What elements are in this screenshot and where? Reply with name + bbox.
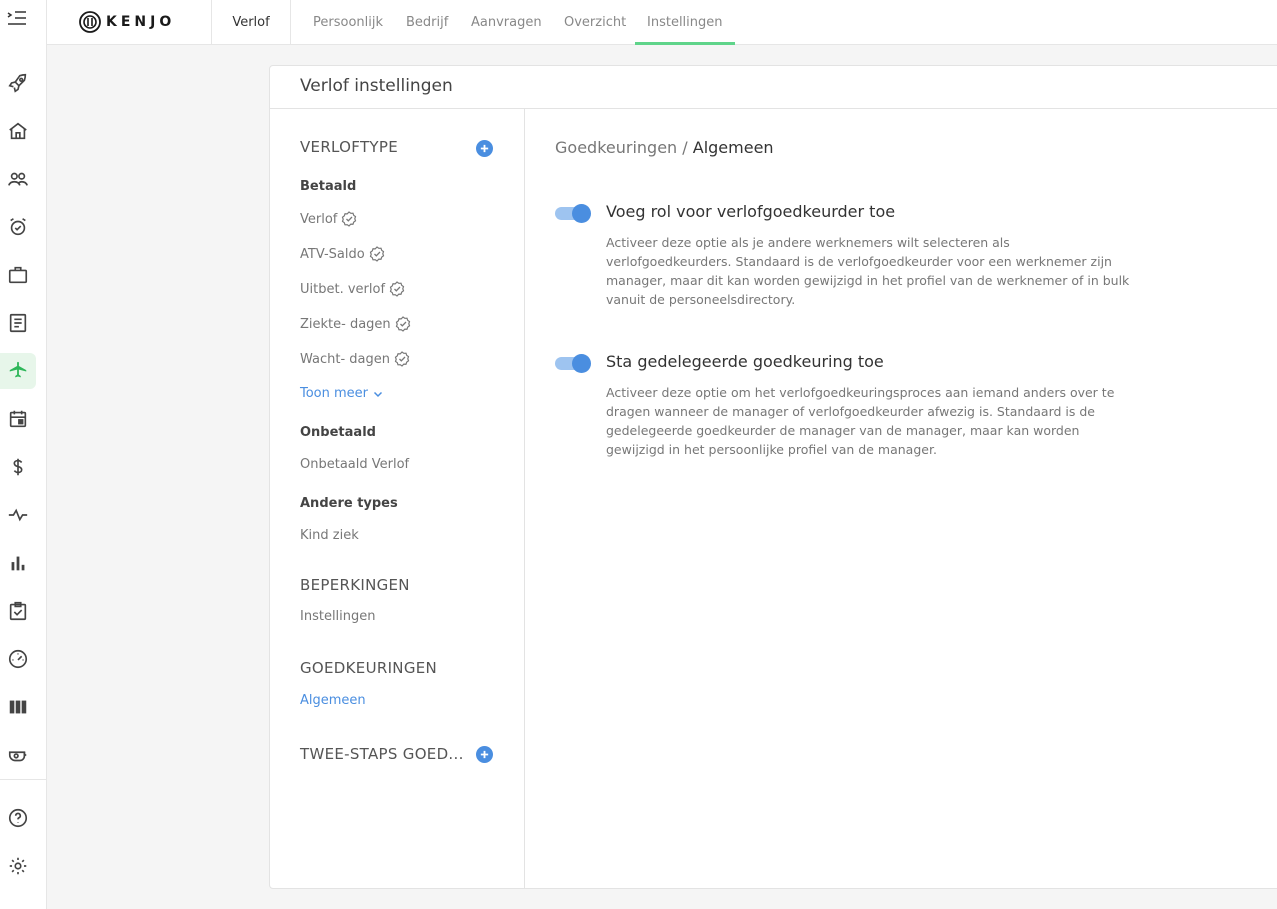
home-icon[interactable] (0, 113, 36, 149)
rail-divider (0, 779, 47, 780)
whistle-icon[interactable] (0, 737, 36, 773)
tab-persoonlijk[interactable]: Persoonlijk (301, 0, 395, 45)
plus-icon (480, 750, 489, 759)
section-title[interactable]: Verlof (211, 0, 291, 45)
tab-aanvragen[interactable]: Aanvragen (459, 0, 554, 45)
setting-title: Voeg rol voor verlofgoedkeurder toe (606, 202, 896, 221)
page-title: Verlof instellingen (300, 76, 453, 96)
nav-item-label: Verlof (300, 211, 338, 227)
top-bar: KENJO Verlof Persoonlijk Bedrijf Aanvrag… (47, 0, 1277, 45)
add-verloftype-button[interactable] (476, 140, 493, 157)
help-icon[interactable] (0, 800, 36, 836)
columns-icon[interactable] (0, 689, 36, 725)
airplane-icon[interactable] (0, 353, 36, 389)
nav-item-label: Wacht- dagen (300, 351, 391, 367)
breadcrumb-current: Algemeen (692, 138, 774, 157)
verified-badge-icon (394, 351, 410, 367)
calendar-icon[interactable] (0, 401, 36, 437)
document-icon[interactable] (0, 305, 36, 341)
setting-description: Activeer deze optie om het verlofgoedkeu… (606, 385, 1115, 457)
breadcrumb-separator: / (682, 138, 688, 157)
show-more-link[interactable]: Toon meer (300, 386, 384, 401)
approver-role-toggle[interactable] (555, 204, 591, 223)
menu-toggle-icon[interactable] (6, 7, 28, 29)
settings-gear-icon[interactable] (0, 848, 36, 884)
kenjo-logo-icon (79, 11, 101, 33)
nav-item-uitbet-verlof[interactable]: Uitbet. verlof (300, 281, 405, 297)
briefcase-icon[interactable] (0, 257, 36, 293)
add-twee-staps-button[interactable] (476, 746, 493, 763)
nav-item-atv-saldo[interactable]: ATV-Saldo (300, 246, 385, 262)
heading-verloftype: VERLOFTYPE (300, 138, 399, 156)
nav-item-algemeen[interactable]: Algemeen (300, 693, 366, 708)
nav-item-instellingen[interactable]: Instellingen (300, 609, 376, 624)
tab-overzicht[interactable]: Overzicht (552, 0, 638, 45)
verified-badge-icon (395, 316, 410, 332)
pulse-icon[interactable] (0, 497, 36, 533)
kenjo-logo[interactable]: KENJO (79, 8, 175, 36)
setting-description: Activeer deze optie als je andere werkne… (606, 235, 1130, 307)
people-icon[interactable] (0, 161, 36, 197)
settings-nav: VERLOFTYPE Betaald Verlof ATV-Saldo Uitb… (270, 109, 525, 889)
rocket-icon[interactable] (0, 65, 36, 101)
group-andere-types: Andere types (300, 496, 398, 511)
alarm-clock-icon[interactable] (0, 209, 36, 245)
nav-item-label: Ziekte- dagen (300, 316, 391, 332)
heading-goedkeuringen: GOEDKEURINGEN (300, 659, 438, 677)
icon-rail (0, 0, 47, 909)
plus-icon (480, 144, 489, 153)
brand-name: KENJO (106, 14, 176, 30)
checklist-icon[interactable] (0, 593, 36, 629)
group-betaald: Betaald (300, 179, 357, 194)
nav-item-ziekte-dagen[interactable]: Ziekte- dagen (300, 316, 411, 332)
nav-item-wacht-dagen[interactable]: Wacht- dagen (300, 351, 410, 367)
verified-badge-icon (369, 246, 384, 262)
nav-item-label: Uitbet. verlof (300, 281, 386, 297)
settings-card: Verlof instellingen VERLOFTYPE Betaald V… (269, 65, 1277, 889)
dollar-icon[interactable] (0, 449, 36, 485)
heading-beperkingen: BEPERKINGEN (300, 576, 410, 594)
breadcrumb: Goedkeuringen / Algemeen (555, 138, 774, 157)
verified-badge-icon (342, 211, 357, 227)
card-header: Verlof instellingen (270, 66, 1277, 109)
setting-title: Sta gedelegeerde goedkeuring toe (606, 352, 884, 371)
bar-chart-icon[interactable] (0, 545, 36, 581)
delegated-approval-toggle[interactable] (555, 354, 591, 373)
chevron-down-icon (373, 391, 383, 397)
heading-twee-staps: TWEE-STAPS GOED... (300, 745, 464, 763)
nav-item-kind-ziek[interactable]: Kind ziek (300, 528, 359, 543)
breadcrumb-parent[interactable]: Goedkeuringen (555, 138, 677, 157)
tab-bedrijf[interactable]: Bedrijf (394, 0, 460, 45)
gauge-icon[interactable] (0, 641, 36, 677)
nav-item-onbetaald-verlof[interactable]: Onbetaald Verlof (300, 457, 409, 472)
group-onbetaald: Onbetaald (300, 425, 376, 440)
show-more-label: Toon meer (300, 386, 369, 401)
verified-badge-icon (389, 281, 405, 297)
nav-item-verlof[interactable]: Verlof (300, 211, 357, 227)
tab-instellingen[interactable]: Instellingen (635, 0, 735, 45)
nav-item-label: ATV-Saldo (300, 246, 365, 262)
